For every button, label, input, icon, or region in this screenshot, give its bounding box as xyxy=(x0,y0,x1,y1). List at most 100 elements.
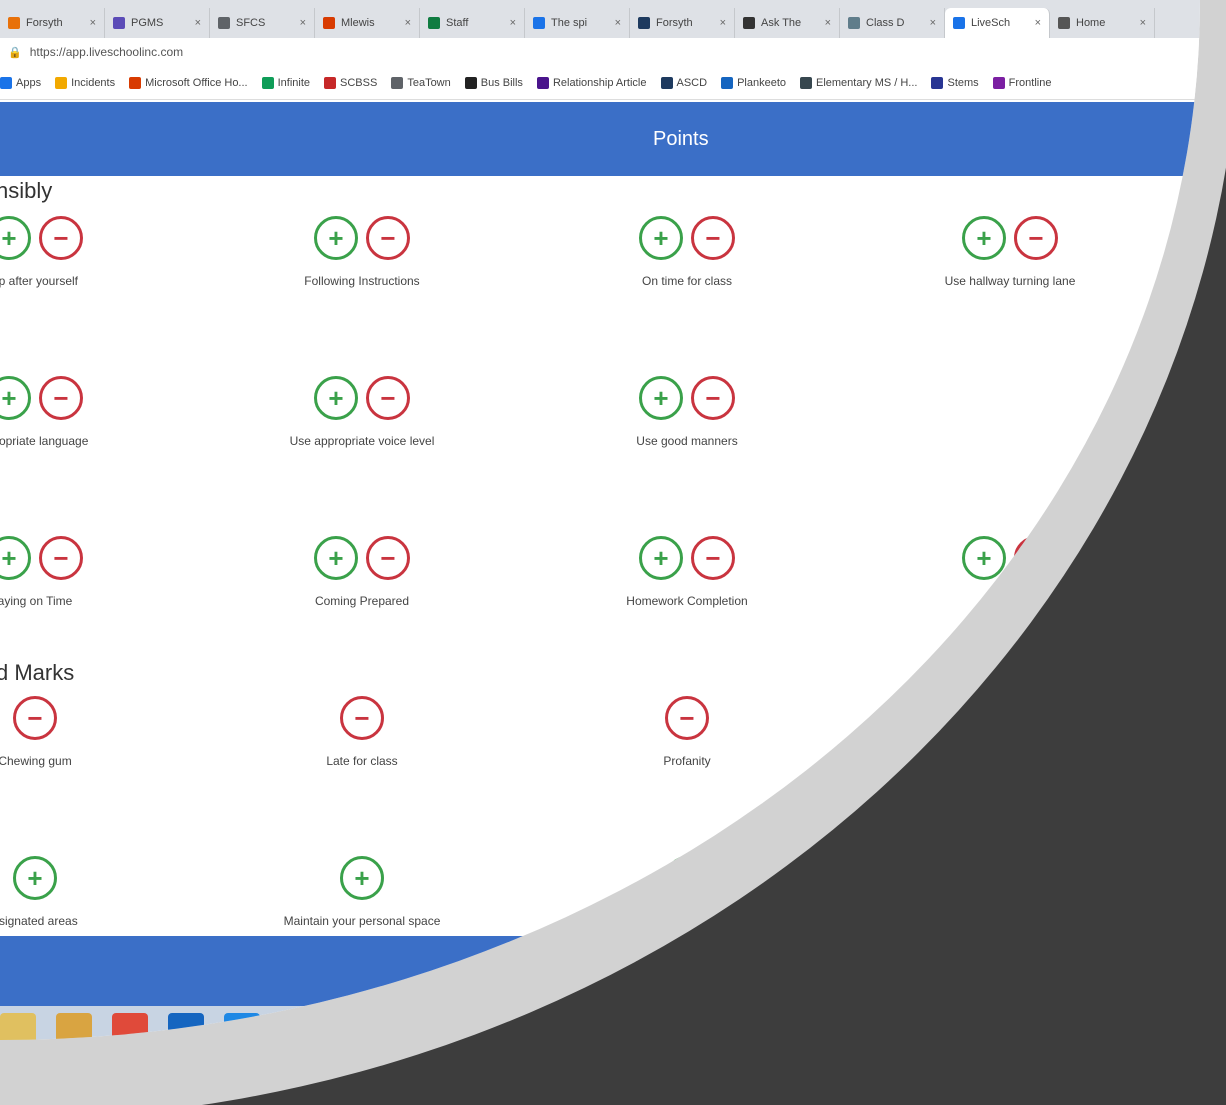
app-header: Points xyxy=(0,102,1200,176)
tab-icon xyxy=(218,17,230,29)
remove-point-button[interactable]: − xyxy=(1014,536,1058,580)
close-icon[interactable]: × xyxy=(1035,17,1041,29)
outlook-2-icon[interactable] xyxy=(224,1013,260,1040)
tab-icon xyxy=(953,17,965,29)
behavior-item: + Walk o xyxy=(577,856,797,928)
remove-point-button[interactable]: − xyxy=(691,216,735,260)
add-point-button[interactable]: + xyxy=(314,216,358,260)
browser-tab[interactable]: Class D × xyxy=(840,8,945,38)
remove-point-button[interactable]: − xyxy=(39,376,83,420)
bookmark-item[interactable]: Infinite xyxy=(261,76,310,89)
bookmark-item[interactable]: SCBSS xyxy=(324,76,377,89)
browser-tab[interactable]: Ask The × xyxy=(735,8,840,38)
add-point-button[interactable]: + xyxy=(639,376,683,420)
behavior-item: + − Following Instructions xyxy=(252,216,472,288)
bookmark-icon xyxy=(464,76,477,89)
bookmark-label: Apps xyxy=(16,76,42,89)
file-explorer-icon[interactable] xyxy=(0,1013,36,1040)
behavior-label: Staying o xyxy=(984,594,1036,608)
point-buttons: + − xyxy=(252,536,472,580)
bookmark-icon xyxy=(800,76,812,89)
bookmark-icon xyxy=(992,76,1005,89)
remove-point-button[interactable]: − xyxy=(39,536,83,580)
browser-tab[interactable]: LiveSch × xyxy=(945,8,1050,38)
points-panel: nsibly + − up after yourself + − Following Ins… xyxy=(0,176,1200,936)
browser-tab[interactable]: Home × xyxy=(1050,8,1155,38)
onenote-icon[interactable] xyxy=(280,1013,316,1040)
address-bar[interactable]: 🔒 https://app.liveschoolinc.com xyxy=(0,38,1200,66)
add-point-button[interactable]: + xyxy=(665,856,709,900)
close-icon[interactable]: × xyxy=(90,17,96,29)
behavior-item: + − Staying o xyxy=(900,536,1120,608)
lock-icon: 🔒 xyxy=(8,46,22,59)
outlook-icon[interactable] xyxy=(168,1013,204,1040)
close-icon[interactable]: × xyxy=(615,17,621,29)
remove-point-button[interactable]: − xyxy=(340,696,384,740)
remove-point-button[interactable]: − xyxy=(665,696,709,740)
close-icon[interactable]: × xyxy=(720,17,726,29)
browser-tab[interactable]: The spi × xyxy=(525,8,630,38)
bookmark-item[interactable]: Elementary MS / H... xyxy=(800,76,917,89)
add-point-button[interactable]: + xyxy=(314,536,358,580)
tab-title: Ask The xyxy=(761,17,802,29)
add-point-button[interactable]: + xyxy=(639,216,683,260)
remove-point-button[interactable]: − xyxy=(691,376,735,420)
bookmark-label: Frontline xyxy=(1008,76,1052,89)
remove-point-button[interactable]: − xyxy=(366,376,410,420)
close-icon[interactable]: × xyxy=(930,17,936,29)
remove-point-button[interactable]: − xyxy=(366,536,410,580)
remove-point-button[interactable]: − xyxy=(1014,216,1058,260)
bookmark-item[interactable]: Stems xyxy=(931,76,979,89)
close-icon[interactable]: × xyxy=(825,17,831,29)
add-point-button[interactable]: + xyxy=(962,536,1006,580)
remove-point-button[interactable]: − xyxy=(13,696,57,740)
tab-icon xyxy=(8,17,20,29)
bookmark-item[interactable]: Microsoft Office Ho... xyxy=(129,76,248,89)
remove-point-button[interactable]: − xyxy=(366,216,410,260)
bookmark-item[interactable]: Apps xyxy=(0,76,42,89)
behavior-label: Use hallway turning lane xyxy=(944,274,1076,288)
bookmark-item[interactable]: Incidents xyxy=(55,76,115,89)
browser-tab[interactable]: Forsyth × xyxy=(0,8,105,38)
tab-icon xyxy=(428,17,440,29)
browser-tab[interactable]: Forsyth × xyxy=(630,8,735,38)
behavior-label: up after yourself xyxy=(0,274,79,288)
add-point-button[interactable]: + xyxy=(314,376,358,420)
add-point-button[interactable]: + xyxy=(0,216,31,260)
bookmark-icon xyxy=(931,76,944,89)
bookmark-item[interactable]: TeaTown xyxy=(391,76,451,89)
point-buttons: − xyxy=(0,696,145,740)
add-point-button[interactable]: + xyxy=(0,376,31,420)
remove-point-button[interactable]: − xyxy=(39,216,83,260)
bookmark-item[interactable]: Plankeeto xyxy=(721,76,786,89)
behavior-item: + − up after yourself xyxy=(0,216,145,288)
close-icon[interactable]: × xyxy=(1140,17,1146,29)
close-icon[interactable]: × xyxy=(405,17,411,29)
browser-tab[interactable]: Mlewis × xyxy=(315,8,420,38)
url-text[interactable]: https://app.liveschoolinc.com xyxy=(30,45,183,59)
page-title: Points xyxy=(653,127,709,150)
behavior-label: Chewing gum xyxy=(0,754,72,768)
close-icon[interactable]: × xyxy=(195,17,201,29)
bookmark-item[interactable]: Frontline xyxy=(992,76,1052,89)
bookmark-item[interactable]: Bus Bills xyxy=(464,76,523,89)
add-point-button[interactable]: + xyxy=(340,856,384,900)
add-point-button[interactable]: + xyxy=(639,536,683,580)
close-icon[interactable]: × xyxy=(300,17,306,29)
browser-tab[interactable]: PGMS × xyxy=(105,8,210,38)
bookmark-icon xyxy=(391,76,404,89)
folder-icon[interactable] xyxy=(336,1013,372,1040)
bookmark-item[interactable]: Relationship Article xyxy=(536,76,647,89)
point-buttons: + − xyxy=(577,376,797,420)
point-buttons: + − xyxy=(252,376,472,420)
add-point-button[interactable]: + xyxy=(13,856,57,900)
chrome-icon[interactable] xyxy=(112,1013,148,1040)
close-icon[interactable]: × xyxy=(510,17,516,29)
remove-point-button[interactable]: − xyxy=(691,536,735,580)
add-point-button[interactable]: + xyxy=(0,536,31,580)
media-icon[interactable] xyxy=(56,1013,92,1040)
add-point-button[interactable]: + xyxy=(962,216,1006,260)
browser-tab[interactable]: SFCS × xyxy=(210,8,315,38)
bookmark-item[interactable]: ASCD xyxy=(660,76,707,89)
browser-tab[interactable]: Staff × xyxy=(420,8,525,38)
